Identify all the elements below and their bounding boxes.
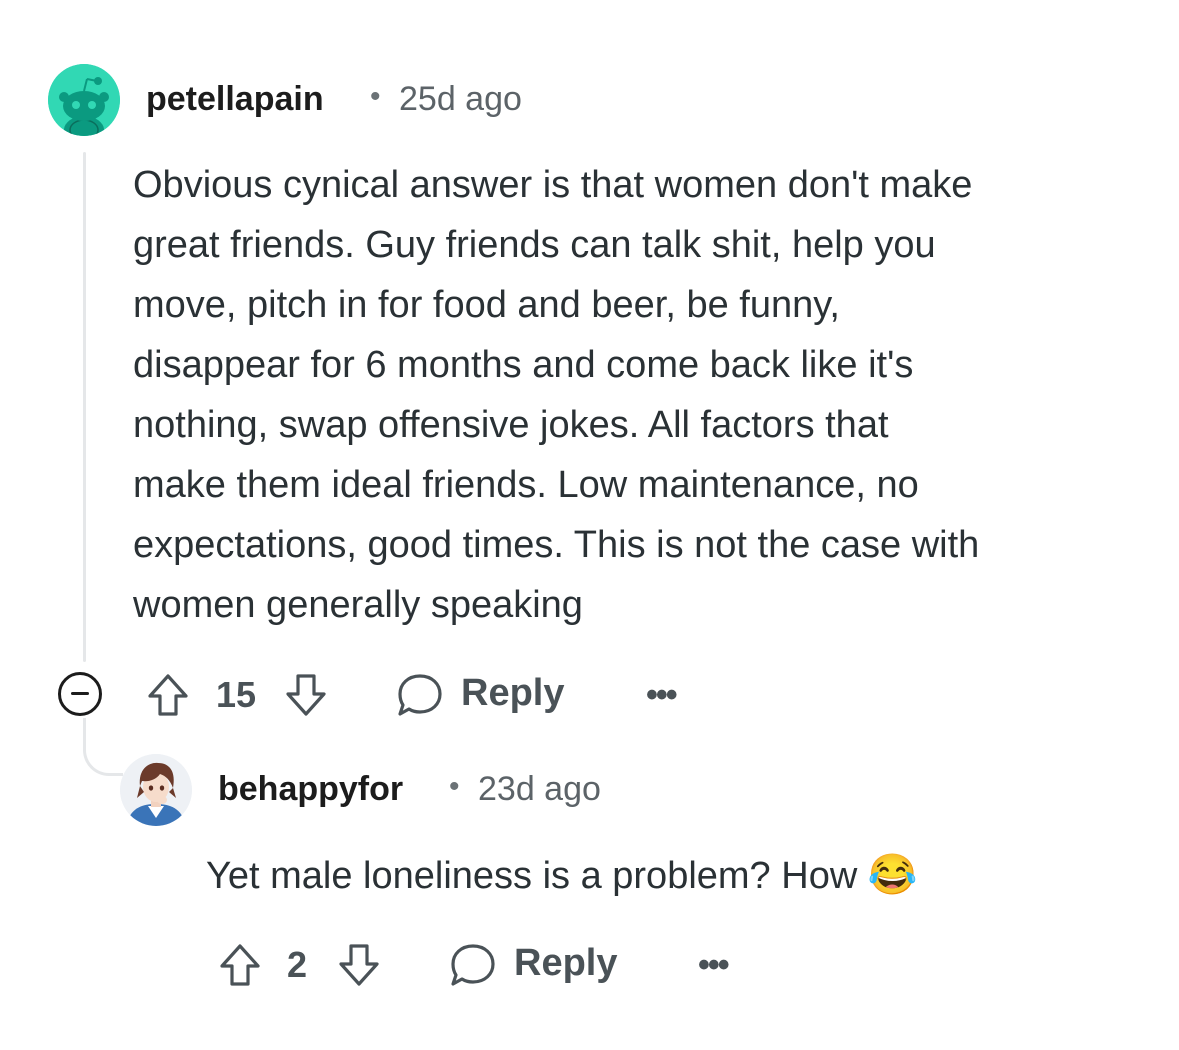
snoo-avatar-icon [48,64,120,136]
vote-count: 15 [216,674,257,715]
comment-line: expectations, good times. This is not th… [133,524,980,566]
comment-line: nothing, swap offensive jokes. All facto… [133,404,889,446]
laughing-emoji: 😂 [867,853,918,897]
comment-line: women generally speaking [133,584,583,626]
comment-text: Yet male loneliness is a problem? How [206,855,858,897]
speech-bubble-icon[interactable] [449,942,497,988]
reply-button[interactable]: Reply [461,672,564,715]
comment-line: disappear for 6 months and come back lik… [133,344,914,386]
thread-elbow [83,718,123,776]
anime-character-avatar-icon [120,754,192,826]
comment-line: make them ideal friends. Low maintenance… [133,464,919,506]
timestamp: 25d ago [399,80,522,118]
comment-line: move, pitch in for food and beer, be fun… [133,284,840,326]
meta-separator: • [370,80,381,113]
username[interactable]: petellapain [146,80,324,119]
arrow-up-icon[interactable] [218,942,262,988]
reply-button[interactable]: Reply [514,942,617,985]
more-options-button[interactable]: ••• [646,676,678,715]
avatar[interactable] [120,754,192,826]
arrow-up-icon[interactable] [146,672,190,718]
vote-count: 2 [287,944,308,985]
username[interactable]: behappyfor [218,770,403,809]
timestamp: 23d ago [478,770,601,808]
avatar[interactable] [48,64,120,136]
comment-line: Obvious cynical answer is that women don… [133,164,973,206]
more-options-button[interactable]: ••• [698,946,730,985]
collapse-button[interactable] [58,672,102,716]
comment-body: Yet male loneliness is a problem? How 😂 [206,845,1106,906]
comment-line: great friends. Guy friends can talk shit… [133,224,936,266]
arrow-down-icon[interactable] [337,942,381,988]
arrow-down-icon[interactable] [284,672,328,718]
meta-separator: • [449,770,460,803]
thread-line [83,152,86,662]
comment-body: Obvious cynical answer is that women don… [133,155,1143,635]
speech-bubble-icon[interactable] [396,672,444,718]
